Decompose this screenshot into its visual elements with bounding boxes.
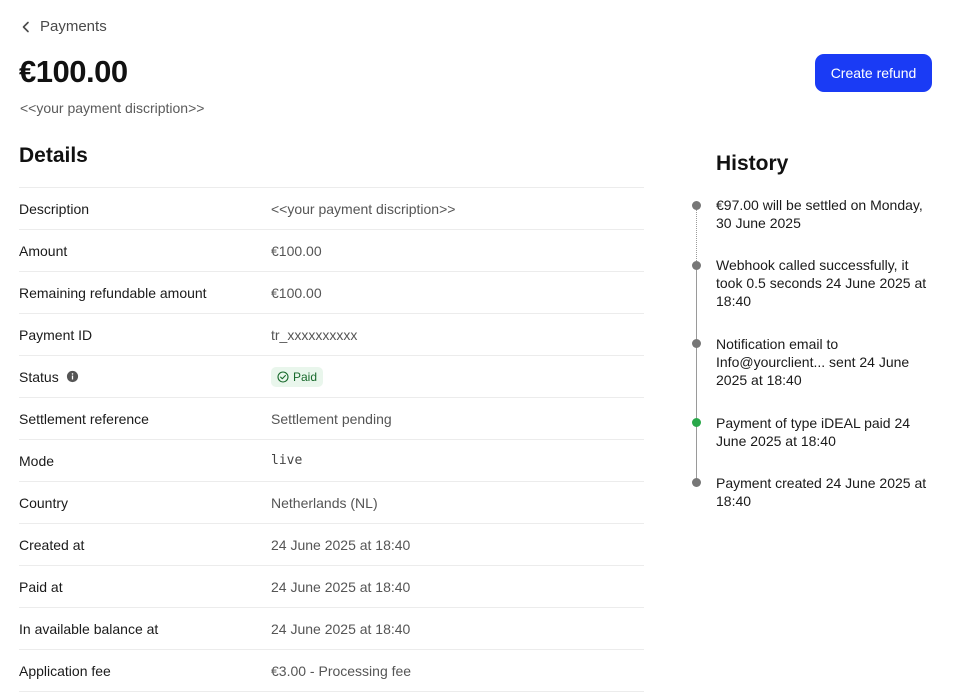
history-event: €97.00 will be settled on Monday, 30 Jun… — [716, 197, 923, 231]
details-heading: Details — [19, 144, 88, 167]
timeline-connector-dotted — [696, 210, 697, 265]
detail-label: Application fee — [19, 662, 111, 679]
detail-label: Description — [19, 200, 90, 217]
history-event: Payment of type iDEAL paid 24 June 2025 … — [716, 415, 911, 449]
history-event: Notification email to Info@yourclient...… — [716, 336, 910, 388]
detail-label: In available balance at — [19, 620, 159, 637]
status-badge-label: Paid — [293, 369, 318, 384]
back-link-label: Payments — [40, 18, 107, 35]
detail-row-mode: Mode live — [19, 440, 644, 482]
history-heading: History — [716, 152, 789, 175]
info-icon[interactable] — [66, 370, 79, 383]
history-event: Payment created 24 June 2025 at 18:40 — [716, 475, 927, 509]
create-refund-button[interactable]: Create refund — [815, 54, 932, 92]
detail-row-description: Description <<your payment discription>> — [19, 188, 644, 230]
detail-row-settlement-reference: Settlement reference Settlement pending — [19, 398, 644, 440]
detail-label: Mode — [19, 452, 55, 469]
chevron-left-icon — [22, 21, 29, 32]
detail-value: Settlement pending — [271, 410, 392, 427]
detail-row-paid-at: Paid at 24 June 2025 at 18:40 — [19, 566, 644, 608]
detail-value: €100.00 — [271, 284, 322, 301]
detail-value: 24 June 2025 at 18:40 — [271, 620, 411, 637]
details-table: Description <<your payment discription>>… — [19, 187, 644, 692]
detail-value: Paid — [271, 366, 324, 387]
detail-row-country: Country Netherlands (NL) — [19, 482, 644, 524]
detail-label-text: Status — [19, 368, 59, 385]
detail-label: Payment ID — [19, 326, 93, 343]
detail-row-status: Status Paid — [19, 356, 644, 398]
detail-label: Created at — [19, 536, 85, 553]
timeline-dot — [692, 261, 701, 270]
detail-row-application-fee: Application fee €3.00 - Processing fee — [19, 650, 644, 692]
timeline-dot-success — [692, 418, 701, 427]
payment-description-subtitle: <<your payment discription>> — [20, 100, 205, 116]
detail-value: €3.00 - Processing fee — [271, 662, 412, 679]
timeline-dot — [692, 201, 701, 210]
check-circle-icon — [277, 370, 289, 383]
detail-row-payment-id: Payment ID tr_xxxxxxxxxx — [19, 314, 644, 356]
detail-row-remaining-refundable: Remaining refundable amount €100.00 — [19, 272, 644, 314]
detail-value: 24 June 2025 at 18:40 — [271, 578, 411, 595]
detail-label: Country — [19, 494, 69, 511]
history-event: Webhook called successfully, it took 0.5… — [716, 257, 927, 309]
detail-value: 24 June 2025 at 18:40 — [271, 536, 411, 553]
payment-amount-heading: €100.00 — [19, 54, 128, 89]
back-to-payments-link[interactable]: Payments — [20, 18, 107, 35]
detail-value: Netherlands (NL) — [271, 494, 378, 511]
detail-label-with-info: Status — [19, 369, 271, 385]
timeline-dot — [692, 478, 701, 487]
status-badge: Paid — [271, 366, 324, 387]
detail-row-created-at: Created at 24 June 2025 at 18:40 — [19, 524, 644, 566]
detail-row-available-balance-at: In available balance at 24 June 2025 at … — [19, 608, 644, 650]
timeline-dot — [692, 339, 701, 348]
payment-detail-page: Payments €100.00 <<your payment discript… — [0, 0, 959, 697]
detail-label: Paid at — [19, 578, 63, 595]
detail-value: live — [271, 453, 303, 468]
detail-value: <<your payment discription>> — [271, 200, 456, 217]
timeline-connector — [696, 270, 697, 482]
detail-value: €100.00 — [271, 242, 322, 259]
detail-label: Amount — [19, 242, 68, 259]
detail-label: Remaining refundable amount — [19, 284, 207, 301]
detail-label: Settlement reference — [19, 410, 149, 427]
detail-value: tr_xxxxxxxxxx — [271, 326, 358, 343]
detail-row-amount: Amount €100.00 — [19, 230, 644, 272]
